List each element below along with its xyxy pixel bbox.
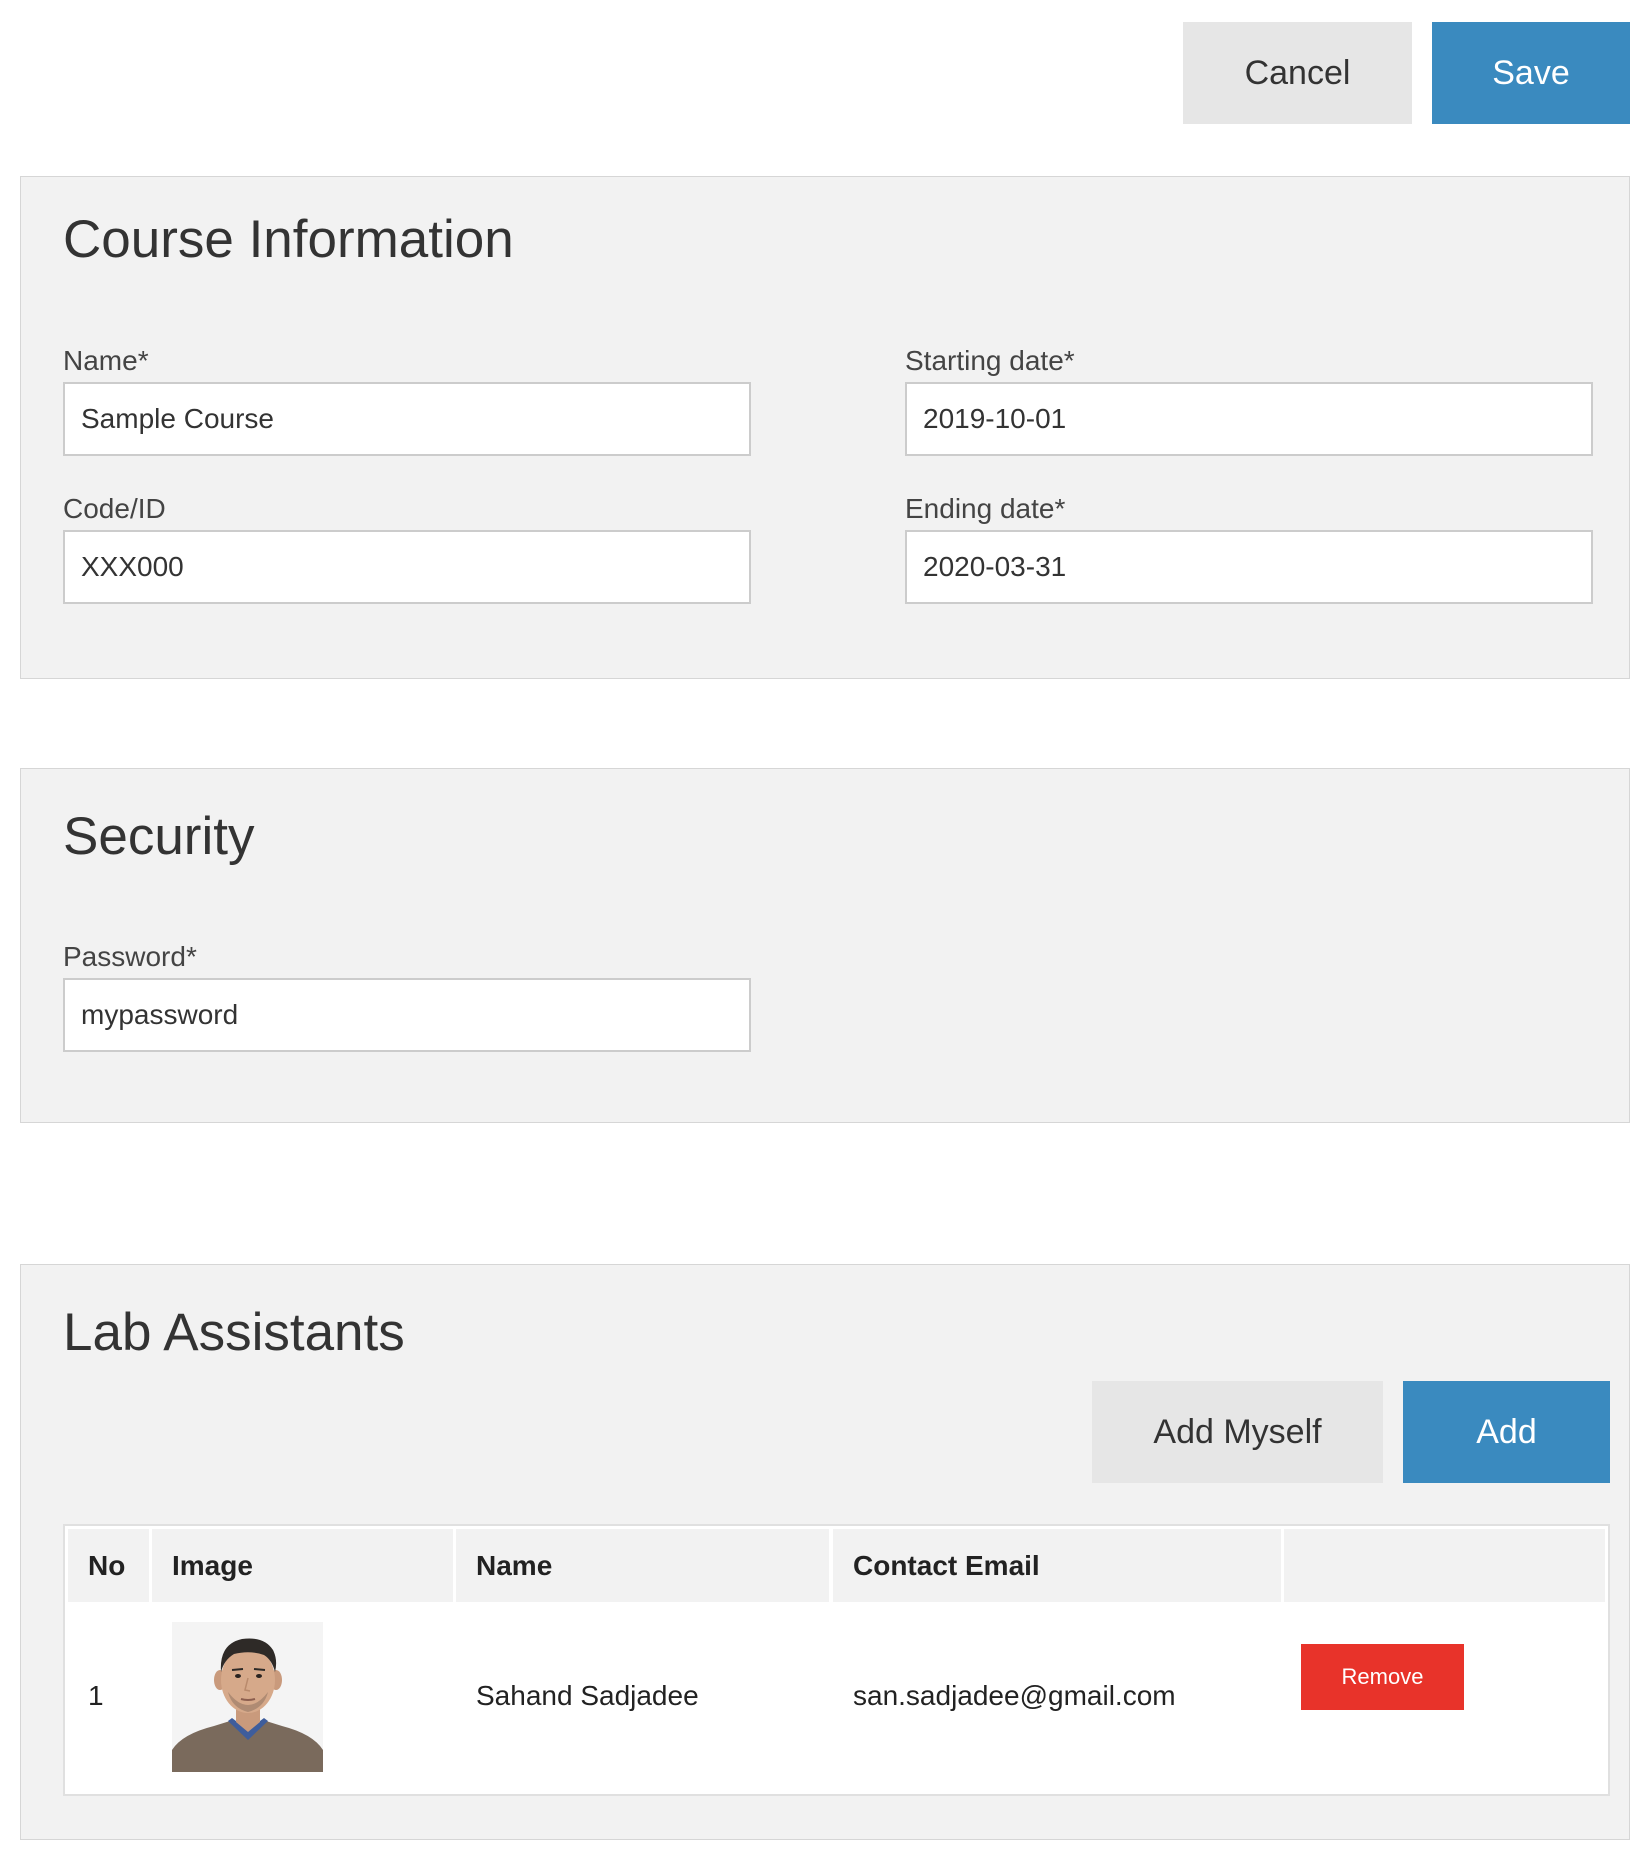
name-label: Name*	[63, 345, 149, 376]
security-panel: Security Password*	[20, 768, 1630, 1123]
column-header-name: Name	[456, 1529, 829, 1602]
ending-date-input[interactable]	[905, 530, 1593, 604]
column-header-actions	[1284, 1529, 1605, 1602]
starting-date-label: Starting date*	[905, 345, 1075, 376]
assistant-name: Sahand Sadjadee	[476, 1680, 699, 1711]
course-information-title: Course Information	[63, 210, 514, 269]
starting-date-input[interactable]	[905, 382, 1593, 456]
column-header-contact-email: Contact Email	[833, 1529, 1281, 1602]
assistant-email: san.sadjadee@gmail.com	[853, 1680, 1176, 1711]
course-information-panel: Course Information Name* Code/ID Startin…	[20, 176, 1630, 679]
column-header-image: Image	[152, 1529, 453, 1602]
code-label: Code/ID	[63, 493, 166, 524]
person-photo-icon	[172, 1622, 323, 1772]
add-myself-button[interactable]: Add Myself	[1092, 1381, 1383, 1483]
password-input[interactable]	[63, 978, 751, 1052]
column-header-no: No	[68, 1529, 149, 1602]
lab-assistants-panel: Lab Assistants Add Myself Add No Image N…	[20, 1264, 1630, 1840]
save-button[interactable]: Save	[1432, 22, 1630, 124]
cancel-button[interactable]: Cancel	[1183, 22, 1412, 124]
security-title: Security	[63, 807, 255, 866]
name-input[interactable]	[63, 382, 751, 456]
password-label: Password*	[63, 941, 197, 972]
lab-assistants-table: No Image Name Contact Email 1 Sahand Sad…	[63, 1524, 1610, 1796]
ending-date-label: Ending date*	[905, 493, 1066, 524]
remove-button[interactable]: Remove	[1301, 1644, 1464, 1710]
add-button[interactable]: Add	[1403, 1381, 1610, 1483]
avatar	[172, 1622, 323, 1772]
lab-assistants-title: Lab Assistants	[63, 1303, 405, 1362]
code-input[interactable]	[63, 530, 751, 604]
row-number: 1	[88, 1680, 104, 1711]
